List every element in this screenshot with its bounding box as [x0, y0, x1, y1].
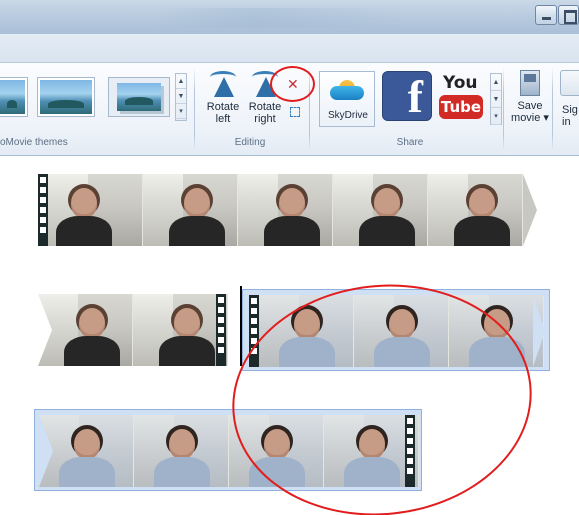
sign-in-icon[interactable]: [560, 70, 579, 96]
facebook-logo: f: [407, 71, 423, 122]
annotation-circle-small: [270, 66, 315, 102]
editing-group-label: Editing: [234, 137, 266, 148]
youtube-logo-tube: Tube: [439, 95, 483, 119]
clip-frame: [38, 294, 133, 366]
title-bar: [0, 0, 579, 34]
clip-frame: [39, 415, 134, 487]
minimize-button[interactable]: [535, 5, 557, 25]
rotate-left-icon: [210, 71, 236, 97]
sign-in-button[interactable]: Sig in: [562, 104, 579, 128]
clip-frame: [134, 415, 229, 487]
youtube-button[interactable]: You Tube: [437, 71, 485, 123]
gallery-more-icon[interactable]: ▾: [491, 108, 501, 125]
clip-start-notch-icon: [39, 415, 53, 487]
theme-thumbnail-2[interactable]: [37, 77, 95, 117]
skydrive-cloud-icon: [330, 80, 364, 100]
clip-frame: [428, 174, 523, 246]
film-sprocket-icon: [216, 294, 226, 366]
gallery-up-icon[interactable]: ▲: [176, 74, 186, 89]
clip-frame: [143, 174, 238, 246]
clip-2[interactable]: [38, 294, 238, 366]
rotate-left-button[interactable]: Rotate left: [202, 71, 244, 125]
facebook-button[interactable]: f: [382, 71, 432, 122]
ribbon-separator: [194, 67, 195, 151]
skydrive-button[interactable]: SkyDrive: [319, 71, 375, 127]
maximize-button[interactable]: [558, 5, 579, 25]
ribbon-separator: [503, 67, 504, 151]
title-bar-glass: [150, 8, 410, 28]
save-movie-button[interactable]: Save movie ▾: [507, 70, 553, 124]
film-sprocket-icon: [38, 174, 48, 246]
clip-end-arrow-icon: [533, 295, 545, 367]
share-gallery-scroll[interactable]: ▲ ▼ ▾: [490, 73, 502, 125]
clip-1[interactable]: [38, 174, 537, 246]
playback-indicator[interactable]: [240, 286, 242, 366]
clip-frame: [133, 294, 228, 366]
ribbon-tab-strip: [0, 34, 579, 63]
share-group-label: Share: [396, 137, 424, 148]
clip-end-arrow-icon: [523, 174, 537, 246]
save-movie-icon: [520, 70, 540, 96]
clip-frame: [238, 174, 333, 246]
gallery-down-icon[interactable]: ▼: [176, 89, 186, 104]
gallery-up-icon[interactable]: ▲: [491, 74, 501, 91]
theme-thumbnail-3[interactable]: [108, 77, 170, 117]
youtube-logo-you: You: [443, 73, 478, 93]
theme-thumbnail-1[interactable]: [0, 77, 28, 117]
clip-start-notch-icon: [38, 294, 52, 366]
themes-group-label: oMovie themes: [0, 137, 68, 148]
clip-frame: [48, 174, 143, 246]
clip-frame: [333, 174, 428, 246]
select-box-icon[interactable]: [290, 107, 300, 117]
themes-gallery-scroll[interactable]: ▲ ▼ ▾: [175, 73, 187, 121]
gallery-more-icon[interactable]: ▾: [176, 104, 186, 119]
gallery-down-icon[interactable]: ▼: [491, 91, 501, 108]
